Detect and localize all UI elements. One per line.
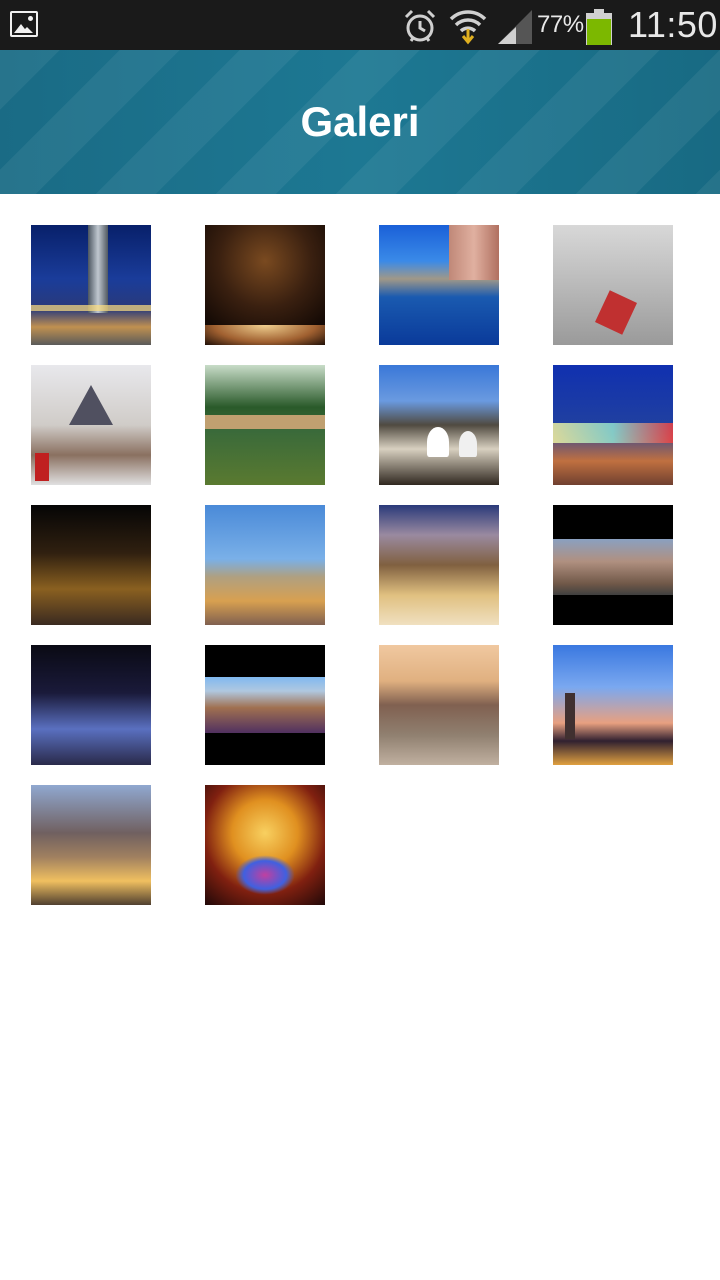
page-title: Galeri [300, 98, 420, 145]
gallery-thumb-street-night[interactable] [31, 505, 151, 625]
gallery-thumb-city-aerial-letterbox[interactable] [205, 645, 325, 765]
gallery-thumb-crowd-night-square[interactable] [31, 645, 151, 765]
gallery-thumb-foggy-tram[interactable] [553, 225, 673, 345]
gallery-thumb-skyline-sunset[interactable] [553, 645, 673, 765]
battery-percent: 77% [537, 11, 584, 38]
status-bar: 77% 11:50 [0, 0, 720, 50]
alarm-icon [404, 9, 436, 42]
battery-icon [586, 9, 612, 45]
gallery-thumb-tram-night[interactable] [553, 365, 673, 485]
gallery-thumb-park-fountain[interactable] [205, 365, 325, 485]
wifi-icon [449, 10, 487, 45]
app-header: Galeri [0, 50, 720, 194]
gallery-thumb-terrace-restaurant[interactable] [205, 505, 325, 625]
gallery-thumb-dome-ceremony[interactable] [205, 225, 325, 345]
gallery-thumb-tower-night[interactable] [31, 225, 151, 345]
signal-icon [498, 10, 532, 44]
gallery-thumb-dervish-painting[interactable] [205, 785, 325, 905]
gallery-thumb-city-panorama-letterbox[interactable] [553, 505, 673, 625]
gallery-thumb-snowy-mosque[interactable] [31, 365, 151, 485]
clock: 11:50 [628, 4, 718, 45]
gallery-thumb-whirling-dervishes-outdoor[interactable] [379, 365, 499, 485]
gallery-thumb-courtyard-dinner[interactable] [379, 505, 499, 625]
gallery-thumb-avenue-traffic[interactable] [31, 785, 151, 905]
gallery-thumb-pond-buildings[interactable] [379, 225, 499, 345]
gallery-notification-icon [10, 11, 38, 37]
gallery-thumb-city-boulevard[interactable] [379, 645, 499, 765]
